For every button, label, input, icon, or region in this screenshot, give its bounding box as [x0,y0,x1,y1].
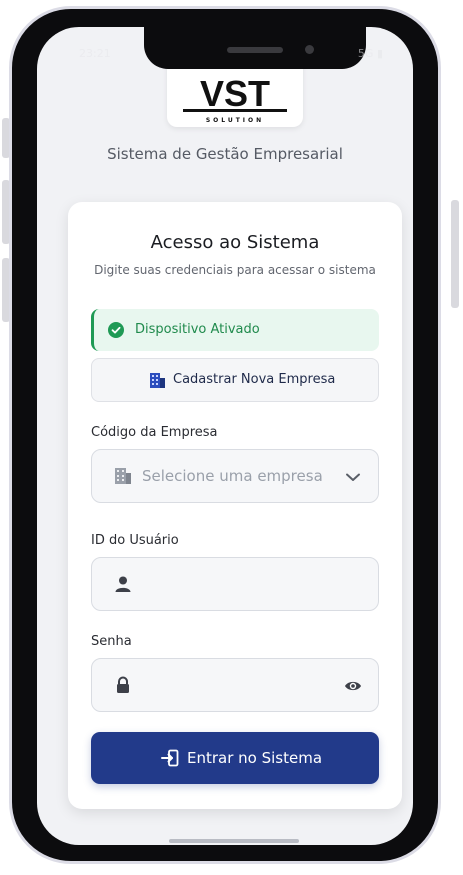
alert-text: Dispositivo Ativado [135,322,260,337]
company-select-placeholder: Selecione uma empresa [142,467,323,485]
password-field[interactable] [91,658,379,713]
building-icon [150,373,165,388]
lock-icon [117,676,129,693]
card-description: Digite suas credenciais para acessar o s… [94,263,376,277]
user-id-label: ID do Usuário [91,533,179,548]
phone-power-button [451,200,459,308]
logo-text: VST [200,75,270,113]
chevron-down-icon [346,473,360,481]
eye-icon[interactable] [344,677,362,695]
speaker-grille [227,47,283,53]
company-select[interactable]: Selecione uma empresa [91,449,379,503]
company-code-label: Código da Empresa [91,425,218,440]
login-icon [161,749,179,767]
card-title: Acesso ao Sistema [150,232,320,253]
logo-subtitle: SOLUTION [205,117,265,124]
check-circle-icon [108,322,124,338]
user-id-input[interactable] [140,558,344,612]
login-submit-button[interactable]: Entrar no Sistema [91,732,379,784]
app-subtitle: Sistema de Gestão Empresarial [107,145,343,163]
home-indicator [169,839,299,843]
status-icons: 5G ▮ [357,47,383,60]
phone-frame: VST SOLUTION 23:21 5G ▮ Sistema de Gestã… [9,6,441,864]
phone-notch [144,27,366,69]
user-id-field[interactable] [91,557,379,612]
user-icon [115,576,131,592]
front-camera [305,45,314,54]
register-company-button[interactable]: Cadastrar Nova Empresa [91,358,379,402]
device-activated-alert: Dispositivo Ativado [91,309,379,351]
password-label: Senha [91,634,132,649]
status-time: 23:21 [79,47,111,60]
vst-logo-icon: VST [183,75,287,113]
building-icon [115,468,131,484]
password-input[interactable] [140,659,344,713]
login-submit-label: Entrar no Sistema [187,749,323,767]
register-company-label: Cadastrar Nova Empresa [173,372,336,387]
app-screen: VST SOLUTION 23:21 5G ▮ Sistema de Gestã… [37,27,413,845]
login-card: Acesso ao Sistema Digite suas credenciai… [68,202,402,809]
